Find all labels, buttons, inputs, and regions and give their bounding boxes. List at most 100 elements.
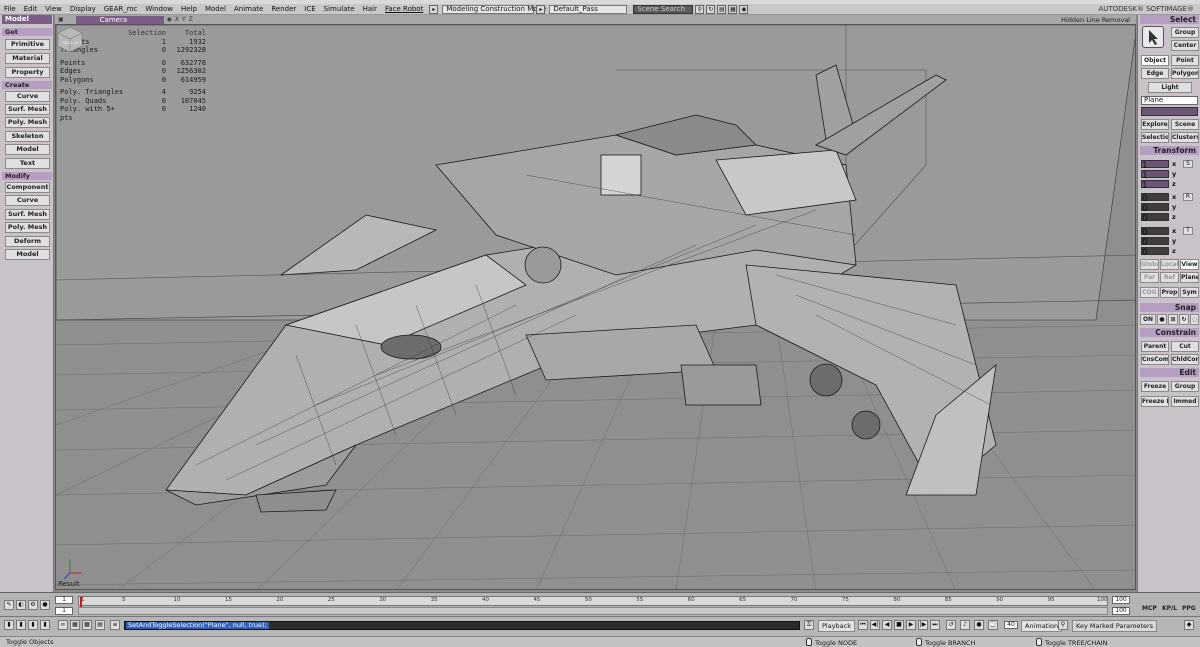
create-model-button[interactable]: Model [5,144,50,155]
play-prev-key-icon[interactable]: ◀| [870,620,880,630]
prop-button[interactable]: Prop [1160,287,1179,298]
timeline-end-field[interactable]: 100 [1112,596,1130,604]
view-cube-icon[interactable]: BACK LEFT [56,25,84,53]
construction-mode-select[interactable]: Modeling Construction Mode [442,4,546,14]
loop-icon[interactable]: ↺ [946,620,956,630]
create-surf-mesh-button[interactable]: Surf. Mesh [5,104,50,115]
create-skeleton-button[interactable]: Skeleton [5,131,50,142]
display-mode-select[interactable]: Hidden Line Removal [1061,16,1130,24]
select-group-button[interactable]: Group [1171,27,1199,38]
plane-button[interactable]: Plane [1180,272,1199,283]
section-snap[interactable]: Snap [1140,303,1199,312]
selected-name-field[interactable]: Plane [1141,96,1198,105]
timeline-start-field[interactable]: 1 [55,596,73,604]
rotate-z-field[interactable]: 0 [1141,213,1169,224]
menu-view[interactable]: View [41,4,66,15]
globe-icon[interactable]: ◉ [739,4,749,14]
cnscomp-button[interactable]: CnsComp [1141,354,1169,365]
local-button[interactable]: Local [1160,259,1179,270]
play-first-icon[interactable]: ⏮ [858,620,868,630]
axis-x-label[interactable]: X [175,16,179,23]
range-slider[interactable] [78,607,1108,615]
tab-ppg[interactable]: PPG [1182,605,1196,612]
lock-icon[interactable]: ⚿ [804,620,814,630]
command-line-input[interactable]: SetAndToggleSelection("Plane", null, tru… [124,621,800,630]
view-button[interactable]: View [1180,259,1199,270]
key-marked-parameters-button[interactable]: Key Marked Parameters [1072,620,1158,632]
eye-icon[interactable]: ◉ [167,16,172,23]
record-icon[interactable]: ● [974,620,984,630]
modify-poly-mesh-button[interactable]: Poly. Mesh [5,222,50,233]
parent-button[interactable]: Parent [1141,341,1169,352]
menu-display[interactable]: Display [66,4,100,15]
menu-file[interactable]: File [0,4,20,15]
global-button[interactable]: Global [1140,259,1159,270]
translate-icon[interactable]: T [1183,227,1193,235]
scene-button[interactable]: Scene [1171,119,1199,130]
key-icon[interactable]: ⚲ [1058,620,1068,630]
select-arrow-icon[interactable] [1142,26,1164,48]
modify-model-button[interactable]: Model [5,249,50,260]
rotate-x-field[interactable]: 0 [1141,193,1169,204]
freeze-button[interactable]: Freeze [1141,381,1169,392]
grid-icon[interactable]: ▦ [70,620,80,630]
explore-button[interactable]: Explore [1141,119,1169,130]
get-property-button[interactable]: Property [5,67,50,78]
section-transform[interactable]: Transform [1140,146,1199,155]
filter-icon[interactable]: ▤ [717,4,727,14]
pass-select[interactable]: Default_Pass [549,4,628,14]
rotate-icon[interactable]: R [1183,193,1193,201]
module-select[interactable]: Model [2,15,52,24]
menu-help[interactable]: Help [177,4,201,15]
menu-hair[interactable]: Hair [359,4,381,15]
timeline-ruler[interactable]: 1 5 10 15 20 25 30 35 40 45 50 55 60 65 70 75 80 85 90 95 10… [78,596,1108,607]
menu-window[interactable]: Window [141,4,177,15]
select-object-button[interactable]: Object [1141,55,1169,66]
paint-icon[interactable]: ◐ [16,600,26,610]
modify-curve-button[interactable]: Curve [5,195,50,206]
menu-gear[interactable]: GEAR_mc [100,4,142,15]
create-text-button[interactable]: Text [5,158,50,169]
select-polygon-button[interactable]: Polygon [1171,68,1199,79]
scale-z-field[interactable]: 1 [1141,180,1169,191]
ref-button[interactable]: Ref [1160,272,1179,283]
translate-y-field[interactable]: 0 [1141,237,1169,248]
tab-kpl[interactable]: KP/L [1162,605,1177,612]
selection-button[interactable]: Selection [1141,132,1169,143]
link-icon[interactable]: ∞ [58,620,68,630]
menu-render[interactable]: Render [267,4,300,15]
axis-z-label[interactable]: Z [189,16,193,23]
menu-ice[interactable]: ICE [300,4,319,15]
script-editor-icon[interactable]: ▤ [95,620,105,630]
sym-button[interactable]: Sym [1180,287,1199,298]
freeze-m-button[interactable]: Freeze M [1141,396,1169,407]
section-select[interactable]: Select [1140,15,1199,24]
3d-viewport[interactable]: Selection Total Objects11932 Triangles01… [55,24,1136,590]
get-material-button[interactable]: Material [5,53,50,64]
translate-x-field[interactable]: 0 [1141,227,1169,238]
select-point-button[interactable]: Point [1171,55,1199,66]
timeline-current-field[interactable]: 1 [55,607,73,615]
snap-curve-icon[interactable]: ↻ [1179,314,1189,325]
section-constrain[interactable]: Constrain [1140,328,1199,337]
snap-settings-icon[interactable]: ◌ [1190,314,1199,325]
grid-icon[interactable]: ▦ [82,620,92,630]
cog-button[interactable]: COG [1140,287,1159,298]
refresh-icon[interactable]: ↻ [706,4,716,14]
film-icon[interactable]: ▮ [40,620,50,630]
timeline-range-end-field[interactable]: 100 [1112,607,1130,615]
section-modify[interactable]: Modify [2,172,52,180]
toggle-icon[interactable]: ≡ [110,620,120,630]
modify-deform-button[interactable]: Deform [5,236,50,247]
stop-icon[interactable]: ■ [894,620,904,630]
cut-button[interactable]: Cut [1171,341,1199,352]
tools-icon[interactable]: ⚙ [28,600,38,610]
film-icon[interactable]: ▮ [16,620,26,630]
section-edit[interactable]: Edit [1140,368,1199,377]
axis-y-label[interactable]: Y [182,16,186,23]
create-curve-button[interactable]: Curve [5,91,50,102]
grid-icon[interactable]: ▦ [728,4,738,14]
camera-select[interactable]: Camera [75,15,164,24]
key-frame-icon[interactable]: ◆ [1184,620,1194,630]
section-get[interactable]: Get [2,28,52,36]
